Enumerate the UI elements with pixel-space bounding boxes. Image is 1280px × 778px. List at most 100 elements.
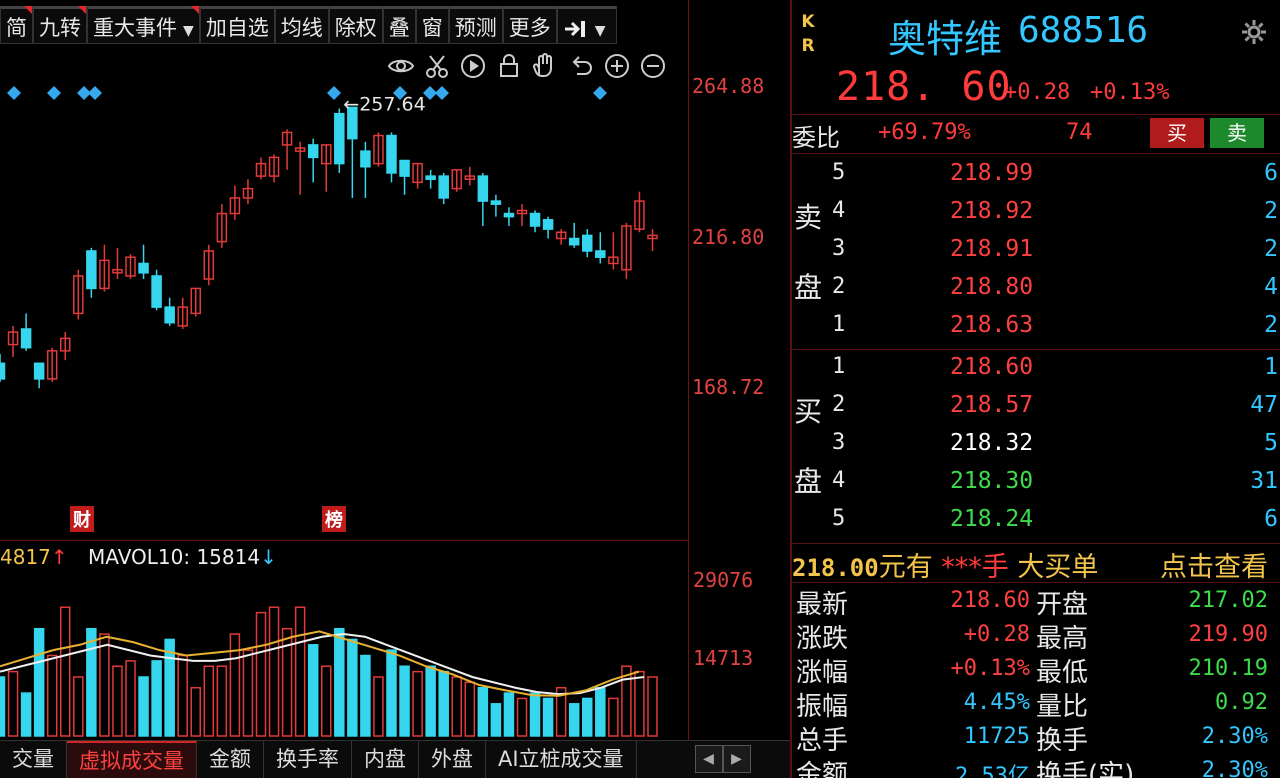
event-diamond-icon: [593, 86, 607, 100]
mavol-value: 15814: [196, 545, 261, 569]
candle-down: [425, 175, 436, 180]
toolbar-window-button[interactable]: 窗: [415, 6, 449, 44]
stat-row: 最新 218.60 开盘 217.02: [792, 584, 1280, 620]
kline-chart[interactable]: ←257.64: [0, 80, 688, 500]
buy-button[interactable]: 买: [1150, 118, 1204, 148]
bid-row[interactable]: 3 218.32 5: [822, 426, 1278, 464]
stat-label: 换手: [1036, 726, 1089, 756]
hand-icon[interactable]: [529, 50, 561, 82]
ask-row[interactable]: 4 218.92 2: [822, 194, 1278, 232]
divider: [792, 114, 1280, 115]
toolbar-nine-turn-button[interactable]: 九转: [33, 6, 87, 44]
toolbar-ma-button[interactable]: 均线: [274, 6, 329, 44]
ask-level: 5: [832, 160, 846, 185]
toolbar-expand-button[interactable]: ▼: [556, 6, 617, 44]
bid-price: 218.30: [950, 468, 1034, 494]
stat-value: 11725: [963, 724, 1030, 749]
stat-value: 0.92: [1215, 690, 1268, 715]
bid-price: 218.60: [950, 354, 1034, 380]
zoom-out-icon[interactable]: [637, 50, 669, 82]
big-order-banner[interactable]: 218.00元有 ***手 大买单 点击查看: [792, 545, 1280, 583]
ask-volume: 2: [1264, 198, 1278, 224]
toolbar-overlay-button[interactable]: 叠: [382, 6, 416, 44]
divider: [792, 582, 1280, 583]
tab-turnover[interactable]: 换手率: [264, 741, 352, 778]
ask-row[interactable]: 1 218.63 2: [822, 308, 1278, 346]
toolbar-more-button[interactable]: 更多: [502, 6, 557, 44]
big-order-unit: 元有: [878, 552, 933, 583]
volume-bar-down: [307, 644, 319, 737]
tab-ai-volume[interactable]: AI立桩成交量: [486, 741, 637, 778]
scroll-right-icon[interactable]: ▶: [722, 745, 751, 773]
ask-row[interactable]: 5 218.99 6: [822, 156, 1278, 194]
play-icon[interactable]: [457, 50, 489, 82]
candle-down: [582, 234, 593, 252]
stat-row: 金额 2.53亿 换手(实) 2.30%: [792, 754, 1280, 778]
tab-outer-volume[interactable]: 外盘: [419, 741, 486, 778]
gear-icon[interactable]: [1240, 18, 1268, 46]
volume-bar-down: [529, 692, 541, 737]
mavol-label: MAVOL10:: [88, 545, 191, 569]
stock-name: 奥特维: [888, 17, 1003, 61]
tab-amount[interactable]: 金额: [197, 741, 264, 778]
top-list-marker[interactable]: 榜: [322, 506, 346, 532]
toolbar-exright-button[interactable]: 除权: [328, 6, 383, 44]
indicator-tabs: 交量 虚拟成交量 金额 换手率 内盘 外盘 AI立桩成交量 ◀ ▶: [0, 740, 790, 778]
candle-down: [0, 362, 6, 380]
vol-legend-value: 4817: [0, 545, 51, 569]
stat-value: 4.45%: [963, 690, 1030, 715]
volume-bar-up: [216, 665, 228, 737]
stat-value: 2.53亿: [955, 764, 1030, 778]
scissors-icon[interactable]: [421, 50, 453, 82]
candle-down: [399, 159, 410, 177]
toolbar-forecast-button[interactable]: 预测: [448, 6, 503, 44]
bid-row[interactable]: 2 218.57 47: [822, 388, 1278, 426]
bid-row[interactable]: 4 218.30 31: [822, 464, 1278, 502]
volume-bar-up: [203, 665, 215, 737]
stat-value: 2.30%: [1201, 724, 1268, 749]
volume-bar-up: [294, 606, 306, 737]
kr-letter: R: [801, 36, 815, 56]
undo-icon[interactable]: [565, 50, 597, 82]
ask-row[interactable]: 2 218.80 4: [822, 270, 1278, 308]
bid-row[interactable]: 1 218.60 1: [822, 350, 1278, 388]
volume-axis-label: 14713: [693, 646, 754, 670]
tab-volume[interactable]: 交量: [0, 741, 67, 778]
finance-report-marker[interactable]: 财: [70, 506, 94, 532]
tab-virtual-volume[interactable]: 虚拟成交量: [67, 741, 197, 778]
toolbar-major-events-button[interactable]: 重大事件 ▼: [87, 6, 200, 44]
volume-chart[interactable]: [0, 570, 688, 738]
zoom-in-icon[interactable]: [601, 50, 633, 82]
price-axis-label: 264.88: [692, 74, 765, 98]
up-arrow-icon: ↑: [50, 545, 68, 569]
tab-inner-volume[interactable]: 内盘: [352, 741, 419, 778]
stat-label: 最低: [1036, 658, 1089, 688]
volume-bar-up: [412, 670, 423, 737]
ask-volume: 2: [1264, 236, 1278, 262]
view-big-order-link[interactable]: 点击查看: [1160, 545, 1268, 584]
toolbar-simple-button[interactable]: 简: [0, 6, 33, 44]
candle-down: [138, 262, 149, 274]
event-diamond-icon: [47, 86, 61, 100]
bid-volume: 1: [1264, 354, 1278, 380]
sell-button[interactable]: 卖: [1210, 118, 1264, 148]
volume-bar-up: [177, 654, 188, 737]
toolbar-add-watchlist-button[interactable]: 加自选: [199, 6, 275, 44]
chevron-down-icon: ▼: [594, 23, 606, 39]
kr-badge[interactable]: KR: [798, 10, 818, 58]
ask-price: 218.91: [950, 236, 1034, 262]
ask-row[interactable]: 3 218.91 2: [822, 232, 1278, 270]
candle-down: [33, 362, 45, 380]
candle-down: [151, 275, 162, 308]
volume-bar-up: [242, 649, 254, 737]
ask-level: 4: [832, 198, 846, 223]
lock-icon[interactable]: [493, 50, 525, 82]
bid-volume: 6: [1264, 506, 1278, 532]
volume-bar-down: [86, 627, 97, 737]
eye-icon[interactable]: [385, 50, 417, 82]
bid-level: 3: [832, 430, 846, 455]
bid-row[interactable]: 5 218.24 6: [822, 502, 1278, 540]
volume-bar-up: [373, 676, 384, 737]
scroll-left-icon[interactable]: ◀: [694, 745, 723, 773]
candle-down: [568, 237, 580, 246]
